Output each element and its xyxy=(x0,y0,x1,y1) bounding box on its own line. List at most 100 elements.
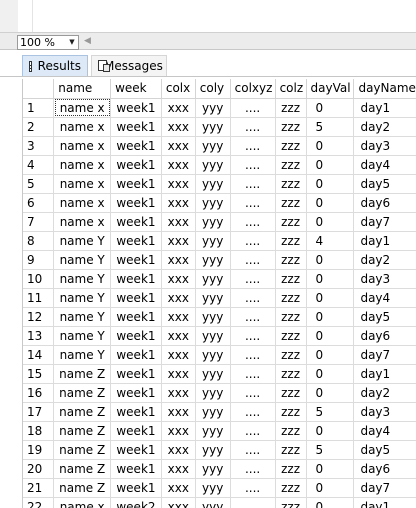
cell-colx[interactable]: xxx xyxy=(161,440,196,460)
cell-dayname[interactable]: day6 xyxy=(353,193,416,213)
cell-week[interactable]: week1 xyxy=(110,231,162,251)
cell-coly[interactable]: yyy xyxy=(195,117,231,137)
cell-dayval[interactable]: 0 xyxy=(306,174,355,194)
cell-name[interactable]: name Y xyxy=(53,250,112,270)
cell-colxyz[interactable]: .... xyxy=(230,402,276,422)
cell-colxyz[interactable]: .... xyxy=(230,288,276,308)
cell-coly[interactable]: yyy xyxy=(195,459,231,479)
cell-dayname[interactable]: day1 xyxy=(353,98,416,118)
cell-coly[interactable]: yyy xyxy=(195,307,231,327)
cell-dayname[interactable]: day2 xyxy=(353,383,416,403)
cell-week[interactable]: week1 xyxy=(110,136,162,156)
cell-coly[interactable]: yyy xyxy=(195,269,231,289)
cell-week[interactable]: week1 xyxy=(110,364,162,384)
cell-dayname[interactable]: day7 xyxy=(353,212,416,232)
cell-colxyz[interactable]: .... xyxy=(230,345,276,365)
cell-week[interactable]: week1 xyxy=(110,440,162,460)
cell-dayname[interactable]: day4 xyxy=(353,155,416,175)
cell-colz[interactable]: zzz xyxy=(275,421,307,441)
column-header-coly[interactable]: coly xyxy=(195,79,231,99)
row-number-cell[interactable]: 19 xyxy=(23,440,55,460)
cell-colxyz[interactable]: .... xyxy=(230,478,276,498)
cell-week[interactable]: week1 xyxy=(110,269,162,289)
column-header-name[interactable]: name xyxy=(53,79,112,99)
cell-dayval[interactable]: 0 xyxy=(306,326,355,346)
row-number-cell[interactable]: 6 xyxy=(23,193,55,213)
cell-name[interactable]: name x xyxy=(53,174,112,194)
cell-colxyz[interactable]: .... xyxy=(230,307,276,327)
cell-colz[interactable]: zzz xyxy=(275,288,307,308)
cell-week[interactable]: week1 xyxy=(110,345,162,365)
cell-coly[interactable]: yyy xyxy=(195,193,231,213)
zoom-dropdown[interactable]: 100 % ▼ xyxy=(17,35,79,50)
cell-colxyz[interactable]: .... xyxy=(230,383,276,403)
row-number-cell[interactable]: 1 xyxy=(23,98,55,118)
cell-dayval[interactable]: 0 xyxy=(306,98,355,118)
cell-dayval[interactable]: 0 xyxy=(306,364,355,384)
cell-colxyz[interactable]: .... xyxy=(230,326,276,346)
cell-colz[interactable]: zzz xyxy=(275,345,307,365)
chevron-down-icon[interactable]: ▼ xyxy=(67,36,77,49)
cell-colz[interactable]: zzz xyxy=(275,326,307,346)
cell-week[interactable]: week1 xyxy=(110,98,162,118)
cell-week[interactable]: week1 xyxy=(110,421,162,441)
cell-dayname[interactable]: day2 xyxy=(353,117,416,137)
cell-coly[interactable]: yyy xyxy=(195,288,231,308)
cell-colxyz[interactable]: .... xyxy=(230,174,276,194)
cell-name[interactable]: name Y xyxy=(53,307,112,327)
cell-coly[interactable]: yyy xyxy=(195,497,231,508)
cell-colx[interactable]: xxx xyxy=(161,231,196,251)
cell-colx[interactable]: xxx xyxy=(161,250,196,270)
cell-coly[interactable]: yyy xyxy=(195,231,231,251)
cell-dayname[interactable]: day1 xyxy=(353,497,416,508)
cell-colxyz[interactable]: .... xyxy=(230,269,276,289)
cell-dayval[interactable]: 0 xyxy=(306,478,355,498)
cell-dayname[interactable]: day7 xyxy=(353,478,416,498)
cell-dayval[interactable]: 0 xyxy=(306,459,355,479)
cell-dayval[interactable]: 0 xyxy=(306,193,355,213)
cell-colz[interactable]: zzz xyxy=(275,193,307,213)
column-header-week[interactable]: week xyxy=(110,79,162,99)
cell-colz[interactable]: zzz xyxy=(275,269,307,289)
cell-week[interactable]: week1 xyxy=(110,174,162,194)
cell-name[interactable]: name x xyxy=(53,98,112,118)
cell-dayval[interactable]: 0 xyxy=(306,497,355,508)
cell-coly[interactable]: yyy xyxy=(195,364,231,384)
cell-colx[interactable]: xxx xyxy=(161,193,196,213)
row-number-cell[interactable]: 4 xyxy=(23,155,55,175)
cell-colz[interactable]: zzz xyxy=(275,307,307,327)
row-number-cell[interactable]: 15 xyxy=(23,364,55,384)
cell-name[interactable]: name x xyxy=(53,497,112,508)
cell-colx[interactable]: xxx xyxy=(161,98,196,118)
cell-colz[interactable]: zzz xyxy=(275,383,307,403)
cell-colx[interactable]: xxx xyxy=(161,497,196,508)
cell-coly[interactable]: yyy xyxy=(195,155,231,175)
cell-dayname[interactable]: day3 xyxy=(353,402,416,422)
cell-colxyz[interactable]: .... xyxy=(230,497,276,508)
cell-colx[interactable]: xxx xyxy=(161,174,196,194)
row-number-cell[interactable]: 2 xyxy=(23,117,55,137)
row-number-cell[interactable]: 17 xyxy=(23,402,55,422)
cell-colx[interactable]: xxx xyxy=(161,288,196,308)
scroll-left-icon[interactable]: ◀ xyxy=(84,34,91,48)
row-number-cell[interactable]: 11 xyxy=(23,288,55,308)
cell-name[interactable]: name Y xyxy=(53,231,112,251)
cell-name[interactable]: name Y xyxy=(53,288,112,308)
cell-coly[interactable]: yyy xyxy=(195,345,231,365)
row-number-cell[interactable]: 20 xyxy=(23,459,55,479)
cell-coly[interactable]: yyy xyxy=(195,383,231,403)
row-number-cell[interactable]: 13 xyxy=(23,326,55,346)
cell-colx[interactable]: xxx xyxy=(161,345,196,365)
row-number-cell[interactable]: 21 xyxy=(23,478,55,498)
cell-colx[interactable]: xxx xyxy=(161,421,196,441)
query-editor[interactable] xyxy=(0,0,416,32)
cell-dayval[interactable]: 0 xyxy=(306,212,355,232)
cell-week[interactable]: week1 xyxy=(110,288,162,308)
cell-name[interactable]: name x xyxy=(53,136,112,156)
cell-name[interactable]: name Y xyxy=(53,326,112,346)
cell-week[interactable]: week1 xyxy=(110,250,162,270)
cell-colxyz[interactable]: .... xyxy=(230,155,276,175)
cell-dayname[interactable]: day5 xyxy=(353,440,416,460)
cell-week[interactable]: week2 xyxy=(110,497,162,508)
cell-dayname[interactable]: day3 xyxy=(353,136,416,156)
